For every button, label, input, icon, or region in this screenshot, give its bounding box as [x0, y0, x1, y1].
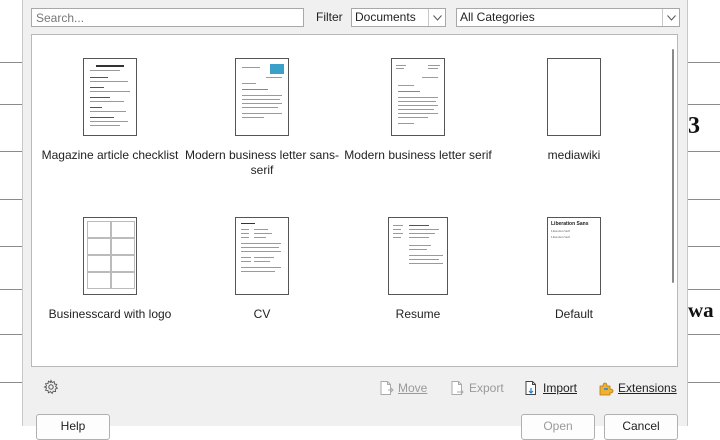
category-select[interactable]: All Categories: [456, 8, 680, 27]
template-item[interactable]: Magazine article checklist: [32, 58, 188, 163]
open-button[interactable]: Open: [521, 414, 595, 440]
export-button[interactable]: Export: [449, 380, 504, 396]
template-item[interactable]: Resume: [340, 217, 496, 322]
template-thumbnail: [391, 58, 445, 136]
cancel-button[interactable]: Cancel: [604, 414, 678, 440]
document-text: 3: [688, 113, 700, 139]
template-thumbnail: Liberation Sans Liberation Serif Liberat…: [547, 217, 601, 295]
template-grid: Magazine article checklist Modern busine…: [31, 34, 678, 367]
category-value: All Categories: [460, 10, 535, 24]
export-label: Export: [469, 381, 504, 395]
filter-label: Filter: [316, 10, 343, 24]
template-label: Businesscard with logo: [48, 307, 172, 321]
template-thumbnail: [83, 217, 137, 295]
import-icon: [525, 381, 536, 395]
chevron-down-icon: [428, 9, 445, 26]
template-thumbnail: [547, 58, 601, 136]
move-icon: [380, 381, 394, 395]
move-label: Move: [398, 381, 428, 395]
import-button[interactable]: Import: [523, 380, 577, 396]
template-item[interactable]: Modern business letter sans-serif: [184, 58, 340, 178]
move-button[interactable]: Move: [378, 380, 427, 396]
template-label: Modern business letter serif: [344, 148, 492, 162]
chevron-down-icon: [662, 9, 679, 26]
filter-type-value: Documents: [355, 10, 416, 24]
template-item[interactable]: mediawiki: [496, 58, 652, 163]
help-button[interactable]: Help: [36, 414, 110, 440]
template-label: CV: [253, 307, 271, 321]
template-label: Magazine article checklist: [41, 148, 179, 162]
search-input[interactable]: [31, 8, 304, 27]
template-thumbnail: [388, 217, 448, 295]
templates-dialog: Filter Documents All Categories: [22, 0, 688, 440]
template-label: mediawiki: [547, 148, 601, 162]
template-thumbnail: [235, 217, 289, 295]
import-label: Import: [543, 381, 578, 395]
template-label: Resume: [395, 307, 441, 321]
filter-type-select[interactable]: Documents: [351, 8, 446, 27]
vertical-scrollbar[interactable]: [672, 49, 674, 283]
template-thumbnail: [83, 58, 137, 136]
extensions-label: Extensions: [618, 381, 677, 395]
action-toolbar: Move Export Import Extensions: [31, 374, 683, 404]
thumb-line: Liberation Serif: [551, 235, 571, 239]
template-thumbnail: [235, 58, 289, 136]
template-item[interactable]: Modern business letter serif: [340, 58, 496, 163]
template-item[interactable]: Businesscard with logo: [32, 217, 188, 322]
template-item[interactable]: CV: [184, 217, 340, 322]
puzzle-icon: [599, 382, 614, 396]
template-item[interactable]: Liberation Sans Liberation Serif Liberat…: [496, 217, 652, 322]
gear-icon[interactable]: [43, 379, 59, 395]
thumb-title: Liberation Sans: [551, 221, 589, 227]
document-text: wa: [688, 298, 714, 322]
template-label: Default: [554, 307, 594, 321]
thumb-line: Liberation Serif: [551, 229, 571, 233]
extensions-button[interactable]: Extensions: [598, 380, 677, 396]
export-icon: [451, 381, 464, 395]
template-label: Modern business letter sans-serif: [184, 148, 340, 177]
